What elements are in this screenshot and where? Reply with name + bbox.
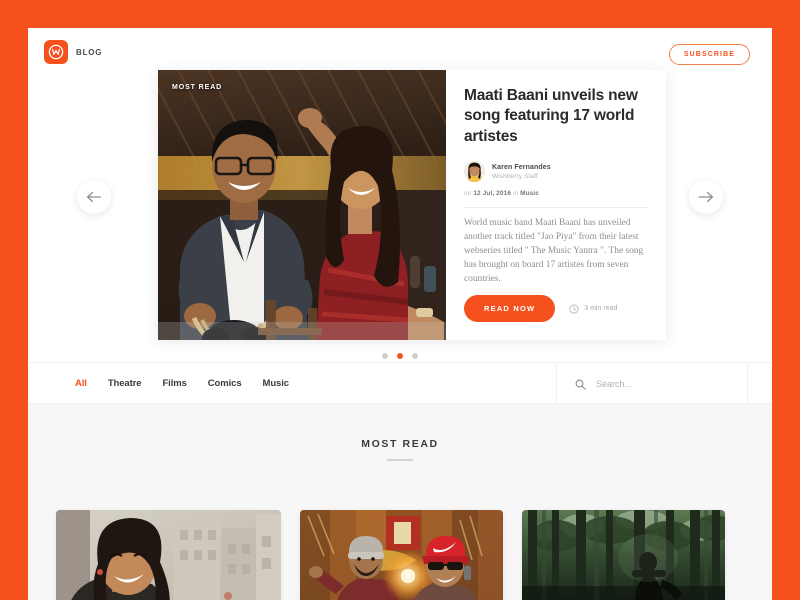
article-excerpt: World music band Maati Baani has unveile… (464, 218, 644, 284)
meta-date: 12 Jul, 2016 (473, 190, 512, 198)
subscribe-button[interactable]: SUBSCRIBE (668, 44, 750, 65)
featured-article-title: Maati Baani unveils new song featuring 1… (464, 87, 638, 145)
logo-label: BLOG (76, 47, 103, 57)
author-block: Karen Fernandes Wishberry Staff (464, 161, 648, 183)
most-read-section: MOST READ (28, 404, 772, 600)
author-role: Wishberry Staff (492, 172, 538, 180)
carousel-dot-2[interactable] (397, 353, 403, 359)
category-all[interactable]: All (75, 378, 87, 389)
site-header: BLOG SUBSCRIBE (28, 28, 772, 76)
article-meta: on 12 Jul, 2016 in Music (464, 190, 648, 197)
most-read-card-list (28, 510, 772, 600)
search-icon (575, 379, 586, 390)
w-monogram-icon (44, 40, 68, 64)
search-box[interactable] (556, 363, 748, 405)
arrow-right-icon[interactable] (689, 180, 723, 214)
category-comics[interactable]: Comics (208, 378, 242, 389)
card-smiling-woman[interactable] (56, 510, 281, 600)
card-forest[interactable] (522, 510, 725, 600)
read-time: 3 min read (569, 303, 618, 314)
meta-category: Music (520, 190, 540, 198)
author-avatar (464, 161, 485, 183)
carousel-dot-3[interactable] (412, 353, 418, 359)
clock-icon (569, 303, 579, 314)
meta-middle: in (511, 190, 521, 198)
logo[interactable]: BLOG (44, 40, 102, 64)
section-title: MOST READ (361, 438, 439, 450)
card-two-men-street[interactable] (300, 510, 503, 600)
category-navbar: All Theatre Films Comics Music (28, 362, 772, 405)
page-frame: BLOG SUBSCRIBE MOST READ Maati Baani unv… (28, 28, 772, 600)
meta-divider (464, 207, 648, 209)
carousel-dots (28, 353, 772, 359)
search-input[interactable] (596, 379, 716, 389)
read-time-label: 3 min read (584, 305, 618, 312)
author-name: Karen Fernandes (492, 163, 551, 171)
arrow-left-icon[interactable] (77, 180, 111, 214)
category-music[interactable]: Music (263, 378, 290, 389)
featured-article-card[interactable]: MOST READ Maati Baani unveils new song f… (158, 70, 666, 340)
hero-slider: MOST READ Maati Baani unveils new song f… (28, 70, 772, 360)
category-theatre[interactable]: Theatre (108, 378, 142, 389)
category-list: All Theatre Films Comics Music (28, 378, 289, 389)
meta-prefix: on (464, 190, 474, 198)
article-cta-row: READ NOW 3 min read (464, 295, 617, 322)
read-now-button[interactable]: READ NOW (464, 295, 556, 322)
featured-article-body: Maati Baani unveils new song featuring 1… (446, 70, 666, 340)
most-read-badge: MOST READ (172, 84, 223, 91)
featured-article-image: MOST READ (158, 70, 446, 340)
category-films[interactable]: Films (162, 378, 186, 389)
section-rule (387, 459, 413, 461)
carousel-dot-1[interactable] (382, 353, 388, 359)
